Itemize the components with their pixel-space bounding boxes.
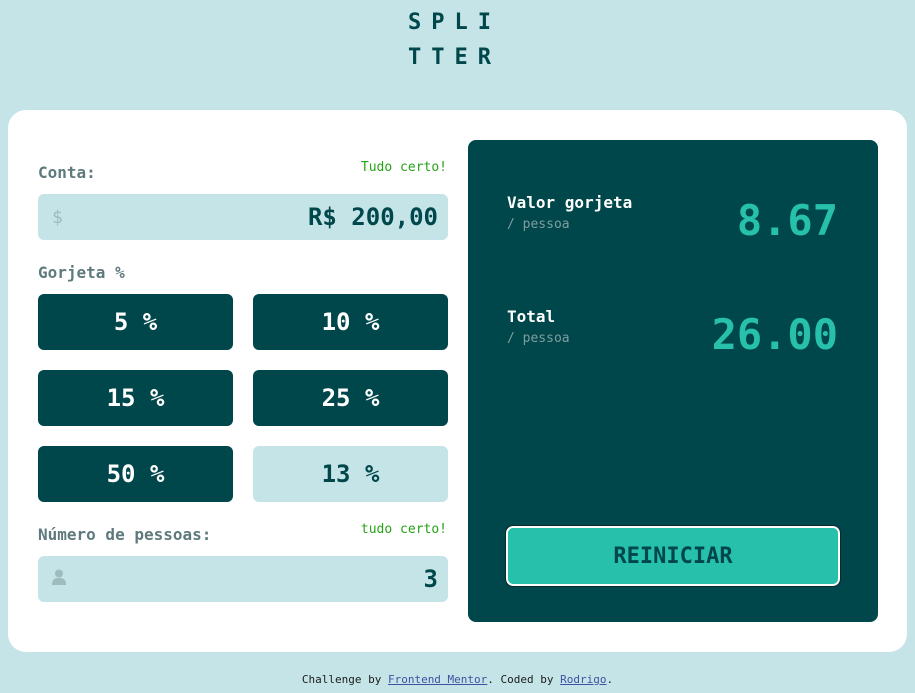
result-panel: Valor gorjeta / pessoa 8.67 Total / pess… (468, 140, 878, 622)
tip-button-10[interactable]: 10 % (253, 294, 448, 350)
reset-button[interactable]: REINICIAR (505, 525, 841, 587)
logo-line-1: SPLI (408, 10, 501, 35)
tip-label: Gorjeta % (38, 263, 125, 282)
tip-amount-value: 8.67 (736, 196, 838, 245)
people-input[interactable] (72, 565, 438, 593)
bill-field[interactable]: $ (38, 194, 448, 240)
tip-custom-button[interactable]: 13 % (253, 446, 448, 502)
tip-button-5[interactable]: 5 % (38, 294, 233, 350)
bill-label: Conta: (38, 163, 96, 182)
person-icon (52, 569, 72, 590)
footer-middle: . Coded by (487, 673, 561, 686)
frontend-mentor-link[interactable]: Frontend Mentor (388, 673, 487, 686)
total-sub: / pessoa (507, 331, 570, 346)
tip-button-25[interactable]: 25 % (253, 370, 448, 426)
author-link[interactable]: Rodrigo (560, 673, 606, 686)
calculator-card: Conta: Tudo certo! $ Gorjeta % 5 % 10 % … (8, 110, 907, 652)
footer-suffix: . (606, 673, 614, 686)
app-logo: SPLI TTER (408, 5, 501, 75)
footer-attribution: Challenge by Frontend Mentor. Coded by R… (0, 673, 915, 686)
dollar-icon: $ (52, 206, 63, 228)
tip-button-50[interactable]: 50 % (38, 446, 233, 502)
tip-button-15[interactable]: 15 % (38, 370, 233, 426)
bill-input[interactable] (72, 203, 438, 231)
footer-prefix: Challenge by (301, 673, 388, 686)
total-label: Total (507, 307, 556, 326)
tip-amount-label: Valor gorjeta (507, 193, 633, 212)
people-status: tudo certo! (360, 522, 447, 537)
logo-line-2: TTER (408, 45, 501, 70)
people-label: Número de pessoas: (38, 525, 212, 544)
total-value: 26.00 (711, 310, 838, 359)
bill-status: Tudo certo! (360, 160, 447, 175)
tip-amount-sub: / pessoa (507, 217, 570, 232)
people-field[interactable] (38, 556, 448, 602)
